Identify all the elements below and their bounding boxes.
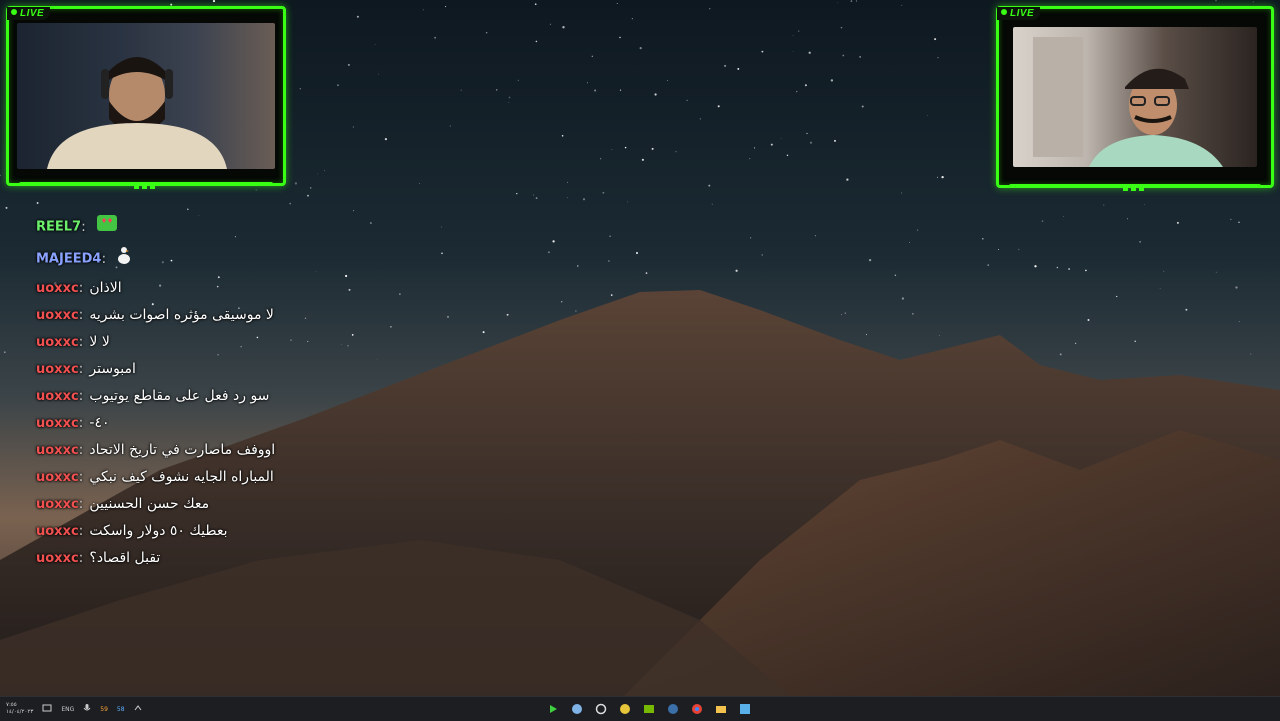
clock-time: ٧:٥٥	[6, 702, 17, 708]
clock-date: ١٤/٠٤/٢٠٢٣	[6, 709, 34, 715]
tray-value-gpu: 58	[116, 705, 125, 713]
chat-message: MAJEED4:	[36, 245, 336, 272]
chat-text: ٤٠-	[89, 415, 110, 431]
yellow-app-icon[interactable]	[616, 700, 634, 718]
chat-message: uoxxc: بعطيك ٥٠ دولار واسكت	[36, 521, 336, 542]
play-icon[interactable]	[544, 700, 562, 718]
chat-separator: :	[78, 550, 84, 566]
chat-separator: :	[78, 496, 84, 512]
steam-icon[interactable]	[568, 700, 586, 718]
chat-username: uoxxc	[36, 362, 79, 377]
chat-message: uoxxc: المباراه الجايه نشوف كيف نبكي	[36, 467, 336, 488]
live-dot-icon	[11, 9, 17, 15]
chat-separator: :	[78, 415, 84, 431]
webcam-feed-left	[17, 23, 275, 169]
chat-username: MAJEED4	[36, 251, 102, 267]
clock[interactable]: ٧:٥٥ ١٤/٠٤/٢٠٢٣	[6, 702, 33, 716]
chat-message: uoxxc: معك حسن الحسنيين	[36, 494, 336, 515]
webcam-feed-right	[1013, 27, 1257, 167]
chat-separator: :	[78, 280, 84, 296]
frame-deco	[1123, 187, 1147, 191]
chat-text: امبوستر	[89, 361, 136, 377]
chat-message: uoxxc: سو رد فعل على مقاطع يوتيوب	[36, 386, 336, 407]
live-badge: LIVE	[997, 7, 1041, 20]
taskbar-apps	[544, 700, 754, 718]
chrome-icon[interactable]	[688, 700, 706, 718]
chat-separator: :	[78, 307, 84, 323]
chat-username: uoxxc	[36, 470, 79, 485]
chat-text: المباراه الجايه نشوف كيف نبكي	[89, 469, 274, 485]
chat-separator: :	[101, 250, 107, 267]
steam-icon-2[interactable]	[664, 700, 682, 718]
tray-value-cpu: 59	[100, 705, 108, 713]
chat-separator: :	[78, 361, 84, 377]
chat-message: uoxxc: لا موسيقى مؤثره اصوات بشريه	[36, 305, 336, 326]
chat-text: سو رد فعل على مقاطع يوتيوب	[89, 388, 270, 404]
chat-text: لا لا	[89, 334, 110, 350]
frame-deco	[134, 185, 158, 189]
folder-icon[interactable]	[712, 700, 730, 718]
nvidia-icon[interactable]	[640, 700, 658, 718]
live-dot-icon	[1001, 9, 1007, 15]
chat-message: uoxxc: اووفف ماصارت في تاريخ الاتحاد	[36, 440, 336, 461]
webcam-frame-right: LIVE	[996, 6, 1274, 191]
chat-username: uoxxc	[36, 308, 79, 323]
window-icon[interactable]	[736, 700, 754, 718]
chat-username: REEL7	[36, 219, 82, 235]
chat-text: بعطيك ٥٠ دولار واسكت	[89, 523, 228, 539]
chat-username: uoxxc	[36, 524, 79, 539]
heart-eyes-emote	[96, 214, 118, 239]
notification-icon[interactable]	[42, 703, 52, 715]
chat-message: uoxxc: ٤٠-	[36, 413, 336, 434]
microphone-icon[interactable]	[83, 703, 91, 715]
chat-username: uoxxc	[36, 389, 79, 404]
chat-separator: :	[81, 218, 86, 235]
live-label: LIVE	[20, 8, 45, 19]
chat-username: uoxxc	[36, 443, 79, 458]
chat-message: uoxxc: لا لا	[36, 332, 336, 353]
chat-separator: :	[78, 388, 84, 404]
chat-username: uoxxc	[36, 497, 79, 512]
webcam-frame-left: LIVE	[6, 6, 286, 189]
chat-separator: :	[78, 334, 84, 350]
settings-wheel-icon[interactable]	[592, 700, 610, 718]
live-label: LIVE	[1010, 8, 1035, 19]
goose-emote	[116, 245, 132, 272]
system-tray: ٧:٥٥ ١٤/٠٤/٢٠٢٣ ENG 59 58	[6, 697, 142, 721]
taskbar: ٧:٥٥ ١٤/٠٤/٢٠٢٣ ENG 59 58	[0, 696, 1280, 721]
chat-username: uoxxc	[36, 335, 79, 350]
chat-username: uoxxc	[36, 551, 79, 566]
chevron-up-icon[interactable]	[134, 705, 142, 713]
language-indicator[interactable]: ENG	[61, 706, 74, 713]
chat-separator: :	[78, 523, 84, 539]
chat-overlay: REEL7: MAJEED4: uoxxc: الاذان uoxxc: لا موسيق…	[36, 214, 336, 575]
chat-message: REEL7:	[36, 214, 336, 239]
chat-text: تقبل اقصاد؟	[89, 550, 161, 566]
chat-message: uoxxc: امبوستر	[36, 359, 336, 380]
chat-separator: :	[78, 469, 84, 485]
chat-text: معك حسن الحسنيين	[89, 496, 210, 512]
chat-message: uoxxc: الاذان	[36, 278, 336, 299]
live-badge: LIVE	[7, 7, 51, 20]
chat-message: uoxxc: تقبل اقصاد؟	[36, 548, 336, 569]
chat-username: uoxxc	[36, 281, 79, 296]
chat-username: uoxxc	[36, 416, 79, 431]
chat-text: لا موسيقى مؤثره اصوات بشريه	[89, 307, 274, 323]
chat-text: اووفف ماصارت في تاريخ الاتحاد	[89, 442, 276, 458]
chat-text: الاذان	[89, 280, 122, 296]
chat-separator: :	[78, 442, 84, 458]
